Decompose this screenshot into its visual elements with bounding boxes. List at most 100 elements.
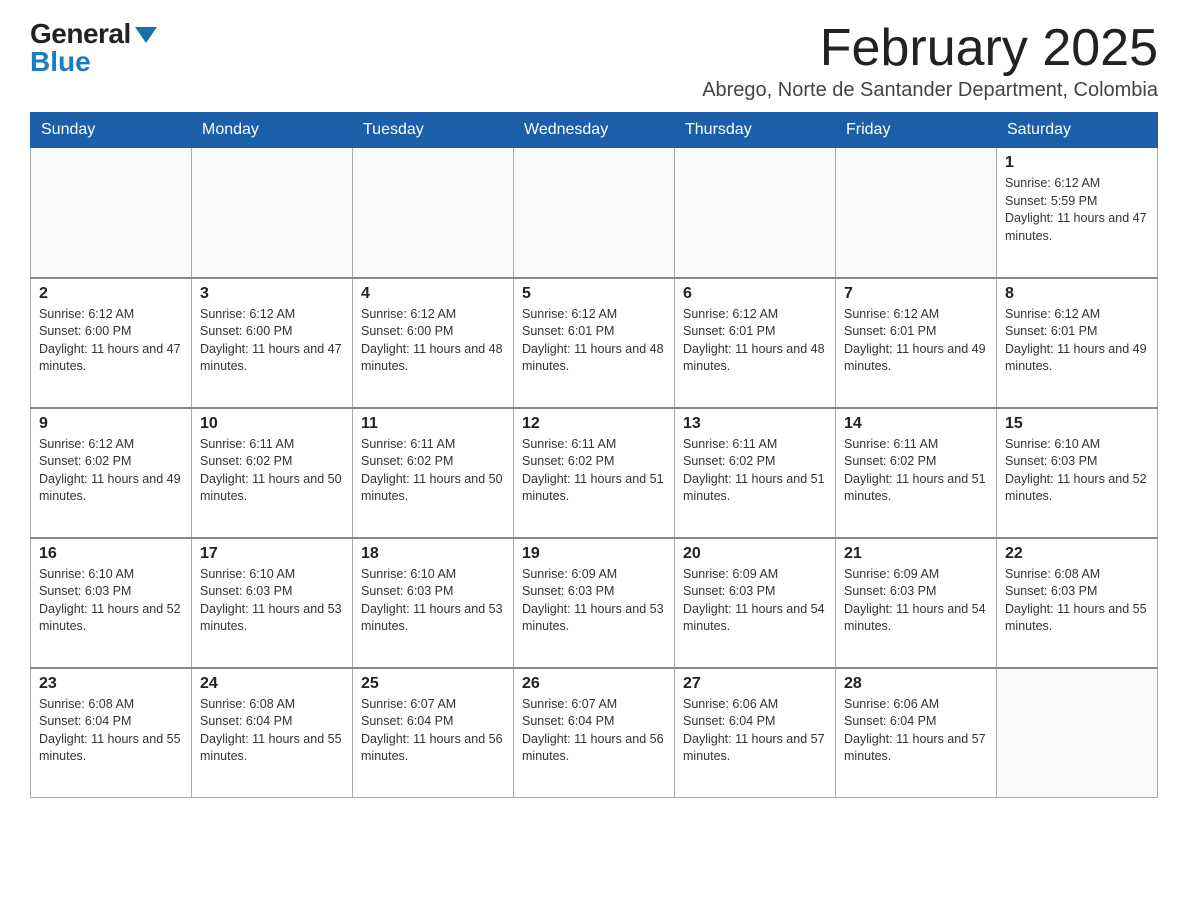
calendar-cell: 15Sunrise: 6:10 AM Sunset: 6:03 PM Dayli… (997, 408, 1158, 538)
day-info: Sunrise: 6:10 AM Sunset: 6:03 PM Dayligh… (361, 566, 505, 636)
day-info: Sunrise: 6:08 AM Sunset: 6:03 PM Dayligh… (1005, 566, 1149, 636)
calendar-cell: 28 Sunrise: 6:06 AM Sunset: 6:04 PM Dayli… (836, 668, 997, 798)
calendar-cell: 14 Sunrise: 6:11 AM Sunset: 6:02 PM Dayli… (836, 408, 997, 538)
day-number: 8 (1005, 285, 1149, 303)
week-row-4: 16 Sunrise: 6:10 AM Sunset: 6:03 PM Dayli… (31, 538, 1158, 668)
day-number: 5 (522, 285, 666, 303)
month-title: February 2025 (702, 20, 1158, 77)
day-number: 24 (200, 675, 344, 693)
calendar-cell: 6 Sunrise: 6:12 AM Sunset: 6:01 PM Daylig… (675, 278, 836, 408)
day-number: 21 (844, 545, 988, 563)
calendar-cell: 9 Sunrise: 6:12 AM Sunset: 6:02 PM Daylig… (31, 408, 192, 538)
day-info: Sunrise: 6:12 AM Sunset: 6:02 PM Dayligh… (39, 436, 183, 506)
logo: General Blue (30, 20, 157, 76)
calendar-cell: 12 Sunrise: 6:11 AM Sunset: 6:02 PM Dayli… (514, 408, 675, 538)
day-number: 7 (844, 285, 988, 303)
day-number: 16 (39, 545, 183, 563)
page-header: General Blue February 2025 Abrego, Norte… (30, 20, 1158, 102)
calendar-cell (192, 148, 353, 278)
header-sunday: Sunday (31, 113, 192, 148)
calendar-cell: 23 Sunrise: 6:08 AM Sunset: 6:04 PM Dayli… (31, 668, 192, 798)
day-info: Sunrise: 6:10 AM Sunset: 6:03 PM Dayligh… (200, 566, 344, 636)
day-info: Sunrise: 6:08 AM Sunset: 6:04 PM Dayligh… (39, 696, 183, 766)
day-number: 6 (683, 285, 827, 303)
day-info: Sunrise: 6:09 AM Sunset: 6:03 PM Dayligh… (683, 566, 827, 636)
day-info: Sunrise: 6:12 AM Sunset: 6:01 PM Dayligh… (1005, 306, 1149, 376)
calendar-cell: 19Sunrise: 6:09 AM Sunset: 6:03 PM Dayli… (514, 538, 675, 668)
day-info: Sunrise: 6:12 AM Sunset: 6:01 PM Dayligh… (522, 306, 666, 376)
calendar-cell: 4 Sunrise: 6:12 AM Sunset: 6:00 PM Daylig… (353, 278, 514, 408)
day-number: 22 (1005, 545, 1149, 563)
calendar-cell (353, 148, 514, 278)
day-info: Sunrise: 6:07 AM Sunset: 6:04 PM Dayligh… (522, 696, 666, 766)
day-info: Sunrise: 6:09 AM Sunset: 6:03 PM Dayligh… (844, 566, 988, 636)
week-row-2: 2 Sunrise: 6:12 AM Sunset: 6:00 PM Daylig… (31, 278, 1158, 408)
day-number: 11 (361, 415, 505, 433)
day-number: 23 (39, 675, 183, 693)
header-friday: Friday (836, 113, 997, 148)
day-info: Sunrise: 6:12 AM Sunset: 6:00 PM Dayligh… (200, 306, 344, 376)
day-info: Sunrise: 6:11 AM Sunset: 6:02 PM Dayligh… (844, 436, 988, 506)
day-number: 28 (844, 675, 988, 693)
day-info: Sunrise: 6:06 AM Sunset: 6:04 PM Dayligh… (844, 696, 988, 766)
calendar-cell: 10 Sunrise: 6:11 AM Sunset: 6:02 PM Dayli… (192, 408, 353, 538)
calendar-cell (836, 148, 997, 278)
day-info: Sunrise: 6:12 AM Sunset: 6:00 PM Dayligh… (361, 306, 505, 376)
day-number: 27 (683, 675, 827, 693)
calendar-cell: 7 Sunrise: 6:12 AM Sunset: 6:01 PM Daylig… (836, 278, 997, 408)
day-info: Sunrise: 6:11 AM Sunset: 6:02 PM Dayligh… (522, 436, 666, 506)
calendar-cell: 24 Sunrise: 6:08 AM Sunset: 6:04 PM Dayli… (192, 668, 353, 798)
calendar-table: Sunday Monday Tuesday Wednesday Thursday… (30, 112, 1158, 798)
calendar-cell (675, 148, 836, 278)
day-number: 1 (1005, 154, 1149, 172)
day-number: 2 (39, 285, 183, 303)
day-number: 4 (361, 285, 505, 303)
header-thursday: Thursday (675, 113, 836, 148)
week-row-1: 1 Sunrise: 6:12 AM Sunset: 5:59 PM Daylig… (31, 148, 1158, 278)
day-number: 18 (361, 545, 505, 563)
calendar-cell: 18 Sunrise: 6:10 AM Sunset: 6:03 PM Dayli… (353, 538, 514, 668)
day-info: Sunrise: 6:11 AM Sunset: 6:02 PM Dayligh… (683, 436, 827, 506)
day-number: 14 (844, 415, 988, 433)
day-info: Sunrise: 6:08 AM Sunset: 6:04 PM Dayligh… (200, 696, 344, 766)
day-info: Sunrise: 6:07 AM Sunset: 6:04 PM Dayligh… (361, 696, 505, 766)
day-number: 17 (200, 545, 344, 563)
day-info: Sunrise: 6:06 AM Sunset: 6:04 PM Dayligh… (683, 696, 827, 766)
calendar-cell: 11 Sunrise: 6:11 AM Sunset: 6:02 PM Dayli… (353, 408, 514, 538)
day-number: 25 (361, 675, 505, 693)
day-number: 19 (522, 545, 666, 563)
day-info: Sunrise: 6:12 AM Sunset: 6:01 PM Dayligh… (683, 306, 827, 376)
day-number: 9 (39, 415, 183, 433)
day-info: Sunrise: 6:11 AM Sunset: 6:02 PM Dayligh… (361, 436, 505, 506)
day-info: Sunrise: 6:12 AM Sunset: 6:01 PM Dayligh… (844, 306, 988, 376)
day-info: Sunrise: 6:12 AM Sunset: 5:59 PM Dayligh… (1005, 175, 1149, 245)
day-number: 12 (522, 415, 666, 433)
calendar-cell (514, 148, 675, 278)
calendar-cell: 20 Sunrise: 6:09 AM Sunset: 6:03 PM Dayli… (675, 538, 836, 668)
day-info: Sunrise: 6:10 AM Sunset: 6:03 PM Dayligh… (1005, 436, 1149, 506)
calendar-cell: 16 Sunrise: 6:10 AM Sunset: 6:03 PM Dayli… (31, 538, 192, 668)
day-info: Sunrise: 6:11 AM Sunset: 6:02 PM Dayligh… (200, 436, 344, 506)
header-saturday: Saturday (997, 113, 1158, 148)
calendar-cell: 5 Sunrise: 6:12 AM Sunset: 6:01 PM Daylig… (514, 278, 675, 408)
header-wednesday: Wednesday (514, 113, 675, 148)
calendar-cell: 17 Sunrise: 6:10 AM Sunset: 6:03 PM Dayli… (192, 538, 353, 668)
calendar-header-row: Sunday Monday Tuesday Wednesday Thursday… (31, 113, 1158, 148)
day-number: 13 (683, 415, 827, 433)
header-monday: Monday (192, 113, 353, 148)
day-info: Sunrise: 6:10 AM Sunset: 6:03 PM Dayligh… (39, 566, 183, 636)
title-area: February 2025 Abrego, Norte de Santander… (702, 20, 1158, 102)
calendar-cell: 8 Sunrise: 6:12 AM Sunset: 6:01 PM Daylig… (997, 278, 1158, 408)
week-row-5: 23 Sunrise: 6:08 AM Sunset: 6:04 PM Dayli… (31, 668, 1158, 798)
day-number: 10 (200, 415, 344, 433)
calendar-cell (997, 668, 1158, 798)
calendar-cell: 27 Sunrise: 6:06 AM Sunset: 6:04 PM Dayli… (675, 668, 836, 798)
day-number: 3 (200, 285, 344, 303)
calendar-cell: 13 Sunrise: 6:11 AM Sunset: 6:02 PM Dayli… (675, 408, 836, 538)
day-info: Sunrise: 6:12 AM Sunset: 6:00 PM Dayligh… (39, 306, 183, 376)
calendar-cell: 3 Sunrise: 6:12 AM Sunset: 6:00 PM Daylig… (192, 278, 353, 408)
calendar-cell (31, 148, 192, 278)
calendar-cell: 2 Sunrise: 6:12 AM Sunset: 6:00 PM Daylig… (31, 278, 192, 408)
calendar-cell: 22 Sunrise: 6:08 AM Sunset: 6:03 PM Dayli… (997, 538, 1158, 668)
day-number: 20 (683, 545, 827, 563)
